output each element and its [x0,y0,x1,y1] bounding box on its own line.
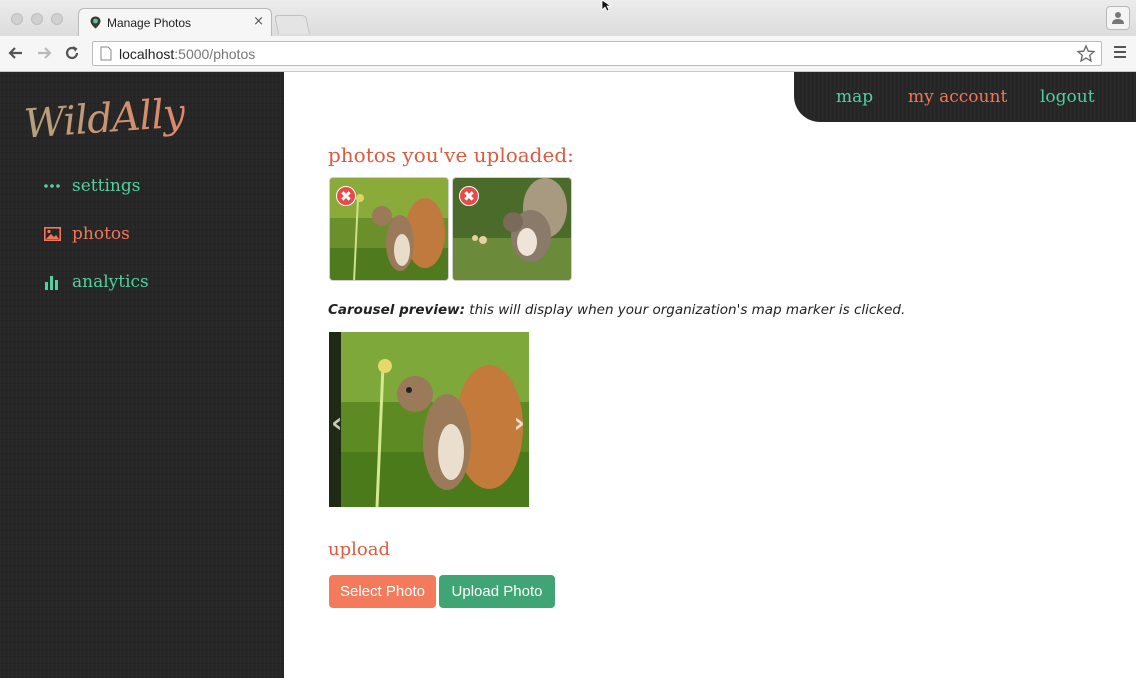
carousel-preview: ‹ › [329,332,529,507]
carousel-squirrel-photo [329,332,529,507]
sidebar: WildAlly [0,72,284,678]
upload-photo-button[interactable]: Upload Photo [439,575,555,608]
caption-label: Carousel preview: [328,302,466,318]
sidebar-item-photos[interactable]: photos [44,221,130,247]
select-photo-button[interactable]: Select Photo [329,575,436,608]
browser-tab[interactable]: Manage Photos × [78,8,272,36]
dots-icon [44,183,62,189]
image-icon [44,227,62,241]
caption-text: this will display when your organization… [465,302,906,318]
sidebar-item-label: settings [72,176,141,196]
page-title: photos you've uploaded: [328,143,574,167]
url-text: localhost:5000/photos [119,46,256,62]
carousel-next-icon[interactable]: › [513,406,525,439]
maximize-window-icon[interactable] [51,13,63,25]
sidebar-item-label: photos [72,224,130,244]
bar-chart-icon [44,275,62,290]
sidebar-item-label: analytics [72,272,149,292]
nav-link-my-account[interactable]: my account [908,87,1007,107]
tab-title: Manage Photos [107,16,192,30]
browser-menu-icon[interactable] [1114,46,1126,61]
delete-photo-icon[interactable]: ✖ [336,186,356,206]
sidebar-item-settings[interactable]: settings [44,173,140,199]
nav-link-logout[interactable]: logout [1040,87,1095,107]
browser-toolbar: localhost:5000/photos [0,36,1136,72]
top-navigation: map my account logout [794,72,1136,122]
nav-link-map[interactable]: map [836,87,873,107]
profile-button[interactable] [1106,6,1130,30]
photo-thumbnail[interactable]: ✖ [452,177,572,281]
delete-photo-icon[interactable]: ✖ [459,186,479,206]
photo-thumbnail[interactable]: ✖ [329,177,449,281]
new-tab-button[interactable] [273,15,311,34]
browser-tab-strip: Manage Photos × [0,0,1136,36]
mouse-cursor-icon [601,0,613,12]
close-window-icon[interactable] [11,13,23,25]
back-arrow-icon[interactable] [6,43,26,63]
forward-arrow-icon[interactable] [34,43,54,63]
bookmark-star-icon[interactable] [1076,44,1096,64]
upload-heading: upload [328,539,390,560]
person-icon [1112,12,1124,24]
wildally-logo[interactable]: WildAlly [23,90,186,147]
minimize-window-icon[interactable] [31,13,43,25]
page-icon [100,46,112,61]
map-pin-favicon-icon [90,16,101,29]
address-bar[interactable]: localhost:5000/photos [92,41,1102,66]
carousel-caption: Carousel preview: this will display when… [328,302,905,318]
tab-close-icon[interactable]: × [253,14,264,29]
sidebar-item-analytics[interactable]: analytics [44,269,149,295]
reload-icon[interactable] [62,43,82,63]
carousel-prev-icon[interactable]: ‹ [331,406,343,439]
